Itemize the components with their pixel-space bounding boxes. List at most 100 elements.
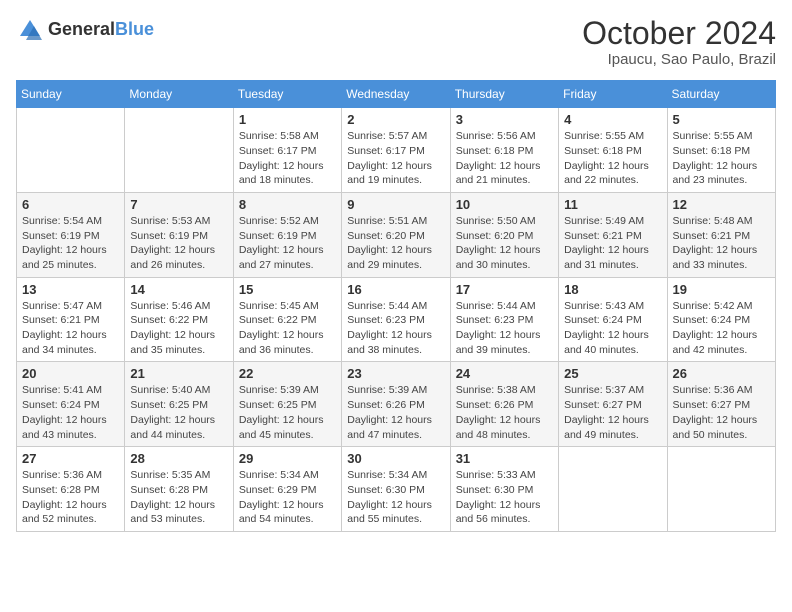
day-number: 18 bbox=[564, 282, 661, 297]
calendar-day-cell: 12 Sunrise: 5:48 AM Sunset: 6:21 PM Dayli… bbox=[667, 192, 775, 277]
day-info: Sunrise: 5:40 AM Sunset: 6:25 PM Dayligh… bbox=[130, 383, 227, 442]
day-number: 17 bbox=[456, 282, 553, 297]
day-info: Sunrise: 5:55 AM Sunset: 6:18 PM Dayligh… bbox=[564, 129, 661, 188]
weekday-header-cell: Friday bbox=[559, 81, 667, 108]
title-area: October 2024 Ipaucu, Sao Paulo, Brazil bbox=[582, 16, 776, 68]
calendar-day-cell bbox=[667, 447, 775, 532]
day-number: 12 bbox=[673, 197, 770, 212]
weekday-header-cell: Sunday bbox=[17, 81, 125, 108]
day-info: Sunrise: 5:51 AM Sunset: 6:20 PM Dayligh… bbox=[347, 214, 444, 273]
logo-text-general: General bbox=[48, 19, 115, 39]
day-info: Sunrise: 5:43 AM Sunset: 6:24 PM Dayligh… bbox=[564, 299, 661, 358]
day-info: Sunrise: 5:36 AM Sunset: 6:27 PM Dayligh… bbox=[673, 383, 770, 442]
calendar-day-cell: 5 Sunrise: 5:55 AM Sunset: 6:18 PM Daylig… bbox=[667, 108, 775, 193]
logo-text-blue: Blue bbox=[115, 19, 154, 39]
day-number: 26 bbox=[673, 366, 770, 381]
month-title: October 2024 bbox=[582, 16, 776, 51]
day-number: 3 bbox=[456, 112, 553, 127]
day-info: Sunrise: 5:41 AM Sunset: 6:24 PM Dayligh… bbox=[22, 383, 119, 442]
calendar-day-cell: 10Sunrise: 5:50 AM Sunset: 6:20 PM Dayli… bbox=[450, 192, 558, 277]
calendar-day-cell: 20 Sunrise: 5:41 AM Sunset: 6:24 PM Dayli… bbox=[17, 362, 125, 447]
calendar-week-row: 13 Sunrise: 5:47 AM Sunset: 6:21 PM Dayli… bbox=[17, 277, 776, 362]
day-info: Sunrise: 5:53 AM Sunset: 6:19 PM Dayligh… bbox=[130, 214, 227, 273]
day-number: 11 bbox=[564, 197, 661, 212]
day-number: 25 bbox=[564, 366, 661, 381]
day-number: 1 bbox=[239, 112, 336, 127]
calendar-day-cell: 13 Sunrise: 5:47 AM Sunset: 6:21 PM Dayli… bbox=[17, 277, 125, 362]
calendar-day-cell: 22 Sunrise: 5:39 AM Sunset: 6:25 PM Dayli… bbox=[233, 362, 341, 447]
day-number: 5 bbox=[673, 112, 770, 127]
day-number: 22 bbox=[239, 366, 336, 381]
calendar-day-cell: 8 Sunrise: 5:52 AM Sunset: 6:19 PM Daylig… bbox=[233, 192, 341, 277]
day-number: 15 bbox=[239, 282, 336, 297]
calendar-day-cell: 21Sunrise: 5:40 AM Sunset: 6:25 PM Dayli… bbox=[125, 362, 233, 447]
day-number: 13 bbox=[22, 282, 119, 297]
calendar-day-cell: 2 Sunrise: 5:57 AM Sunset: 6:17 PM Daylig… bbox=[342, 108, 450, 193]
day-info: Sunrise: 5:58 AM Sunset: 6:17 PM Dayligh… bbox=[239, 129, 336, 188]
calendar-day-cell: 7 Sunrise: 5:53 AM Sunset: 6:19 PM Daylig… bbox=[125, 192, 233, 277]
day-info: Sunrise: 5:44 AM Sunset: 6:23 PM Dayligh… bbox=[347, 299, 444, 358]
day-info: Sunrise: 5:39 AM Sunset: 6:25 PM Dayligh… bbox=[239, 383, 336, 442]
calendar-day-cell: 27 Sunrise: 5:36 AM Sunset: 6:28 PM Dayli… bbox=[17, 447, 125, 532]
weekday-header-row: SundayMondayTuesdayWednesdayThursdayFrid… bbox=[17, 81, 776, 108]
day-number: 19 bbox=[673, 282, 770, 297]
calendar-day-cell: 24 Sunrise: 5:38 AM Sunset: 6:26 PM Dayli… bbox=[450, 362, 558, 447]
day-number: 8 bbox=[239, 197, 336, 212]
day-info: Sunrise: 5:55 AM Sunset: 6:18 PM Dayligh… bbox=[673, 129, 770, 188]
day-info: Sunrise: 5:50 AM Sunset: 6:20 PM Dayligh… bbox=[456, 214, 553, 273]
calendar-day-cell: 4 Sunrise: 5:55 AM Sunset: 6:18 PM Daylig… bbox=[559, 108, 667, 193]
logo-icon bbox=[16, 16, 44, 44]
calendar-day-cell: 16Sunrise: 5:44 AM Sunset: 6:23 PM Dayli… bbox=[342, 277, 450, 362]
location-title: Ipaucu, Sao Paulo, Brazil bbox=[582, 51, 776, 68]
day-number: 4 bbox=[564, 112, 661, 127]
calendar-day-cell: 15 Sunrise: 5:45 AM Sunset: 6:22 PM Dayli… bbox=[233, 277, 341, 362]
day-number: 7 bbox=[130, 197, 227, 212]
day-info: Sunrise: 5:38 AM Sunset: 6:26 PM Dayligh… bbox=[456, 383, 553, 442]
day-number: 2 bbox=[347, 112, 444, 127]
calendar-day-cell: 23Sunrise: 5:39 AM Sunset: 6:26 PM Dayli… bbox=[342, 362, 450, 447]
day-info: Sunrise: 5:56 AM Sunset: 6:18 PM Dayligh… bbox=[456, 129, 553, 188]
calendar-week-row: 27 Sunrise: 5:36 AM Sunset: 6:28 PM Dayli… bbox=[17, 447, 776, 532]
day-info: Sunrise: 5:34 AM Sunset: 6:29 PM Dayligh… bbox=[239, 468, 336, 527]
day-info: Sunrise: 5:44 AM Sunset: 6:23 PM Dayligh… bbox=[456, 299, 553, 358]
day-info: Sunrise: 5:37 AM Sunset: 6:27 PM Dayligh… bbox=[564, 383, 661, 442]
day-info: Sunrise: 5:49 AM Sunset: 6:21 PM Dayligh… bbox=[564, 214, 661, 273]
calendar-week-row: 6 Sunrise: 5:54 AM Sunset: 6:19 PM Daylig… bbox=[17, 192, 776, 277]
calendar-day-cell bbox=[125, 108, 233, 193]
day-info: Sunrise: 5:54 AM Sunset: 6:19 PM Dayligh… bbox=[22, 214, 119, 273]
day-number: 9 bbox=[347, 197, 444, 212]
day-info: Sunrise: 5:39 AM Sunset: 6:26 PM Dayligh… bbox=[347, 383, 444, 442]
weekday-header-cell: Monday bbox=[125, 81, 233, 108]
calendar-day-cell: 19 Sunrise: 5:42 AM Sunset: 6:24 PM Dayli… bbox=[667, 277, 775, 362]
day-number: 6 bbox=[22, 197, 119, 212]
day-number: 24 bbox=[456, 366, 553, 381]
calendar-day-cell: 1 Sunrise: 5:58 AM Sunset: 6:17 PM Daylig… bbox=[233, 108, 341, 193]
calendar-day-cell: 14Sunrise: 5:46 AM Sunset: 6:22 PM Dayli… bbox=[125, 277, 233, 362]
day-info: Sunrise: 5:35 AM Sunset: 6:28 PM Dayligh… bbox=[130, 468, 227, 527]
day-info: Sunrise: 5:42 AM Sunset: 6:24 PM Dayligh… bbox=[673, 299, 770, 358]
day-info: Sunrise: 5:52 AM Sunset: 6:19 PM Dayligh… bbox=[239, 214, 336, 273]
calendar-week-row: 20 Sunrise: 5:41 AM Sunset: 6:24 PM Dayli… bbox=[17, 362, 776, 447]
logo: GeneralBlue bbox=[16, 16, 154, 44]
day-info: Sunrise: 5:33 AM Sunset: 6:30 PM Dayligh… bbox=[456, 468, 553, 527]
day-info: Sunrise: 5:45 AM Sunset: 6:22 PM Dayligh… bbox=[239, 299, 336, 358]
day-number: 28 bbox=[130, 451, 227, 466]
day-number: 14 bbox=[130, 282, 227, 297]
weekday-header-cell: Tuesday bbox=[233, 81, 341, 108]
calendar-day-cell: 6 Sunrise: 5:54 AM Sunset: 6:19 PM Daylig… bbox=[17, 192, 125, 277]
day-info: Sunrise: 5:48 AM Sunset: 6:21 PM Dayligh… bbox=[673, 214, 770, 273]
day-number: 31 bbox=[456, 451, 553, 466]
calendar-day-cell: 26 Sunrise: 5:36 AM Sunset: 6:27 PM Dayli… bbox=[667, 362, 775, 447]
weekday-header-cell: Saturday bbox=[667, 81, 775, 108]
day-info: Sunrise: 5:57 AM Sunset: 6:17 PM Dayligh… bbox=[347, 129, 444, 188]
calendar-body: 1 Sunrise: 5:58 AM Sunset: 6:17 PM Daylig… bbox=[17, 108, 776, 532]
day-number: 20 bbox=[22, 366, 119, 381]
day-info: Sunrise: 5:47 AM Sunset: 6:21 PM Dayligh… bbox=[22, 299, 119, 358]
calendar-day-cell: 18 Sunrise: 5:43 AM Sunset: 6:24 PM Dayli… bbox=[559, 277, 667, 362]
day-info: Sunrise: 5:36 AM Sunset: 6:28 PM Dayligh… bbox=[22, 468, 119, 527]
calendar-day-cell: 31 Sunrise: 5:33 AM Sunset: 6:30 PM Dayli… bbox=[450, 447, 558, 532]
calendar-day-cell: 9 Sunrise: 5:51 AM Sunset: 6:20 PM Daylig… bbox=[342, 192, 450, 277]
day-number: 30 bbox=[347, 451, 444, 466]
calendar-day-cell: 3 Sunrise: 5:56 AM Sunset: 6:18 PM Daylig… bbox=[450, 108, 558, 193]
day-number: 27 bbox=[22, 451, 119, 466]
